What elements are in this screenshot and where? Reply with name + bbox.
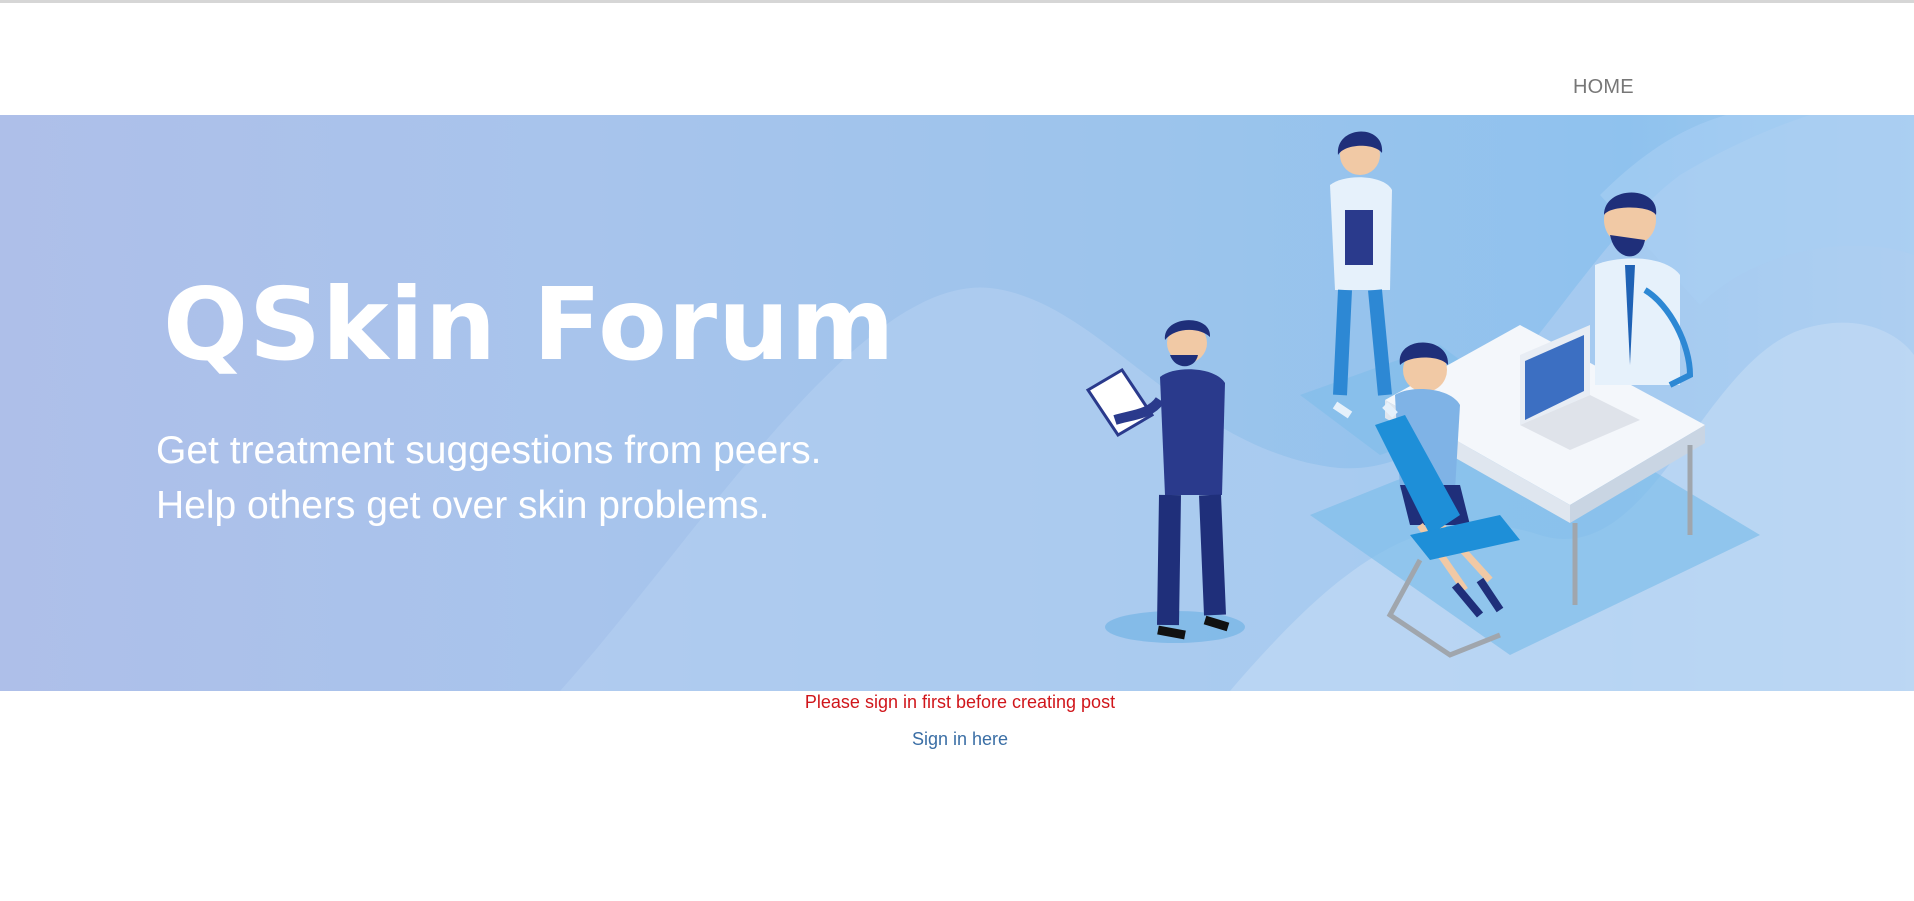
hero-title: QSkin Forum: [163, 266, 896, 383]
signin-required-message: Please sign in first before creating pos…: [804, 692, 1116, 712]
navbar: HOME: [0, 3, 1914, 115]
signin-link[interactable]: Sign in here: [912, 729, 1008, 749]
hero-tagline: Get treatment suggestions from peers. He…: [156, 423, 821, 533]
nav-home-link[interactable]: HOME: [1573, 76, 1634, 99]
tagline-line-2: Help others get over skin problems.: [156, 484, 770, 527]
signin-container: Sign in here: [0, 729, 1914, 750]
medical-team-illustration: [1085, 131, 1760, 658]
tagline-line-1: Get treatment suggestions from peers.: [156, 429, 822, 472]
hero-banner: QSkin Forum Get treatment suggestions fr…: [0, 115, 1914, 691]
